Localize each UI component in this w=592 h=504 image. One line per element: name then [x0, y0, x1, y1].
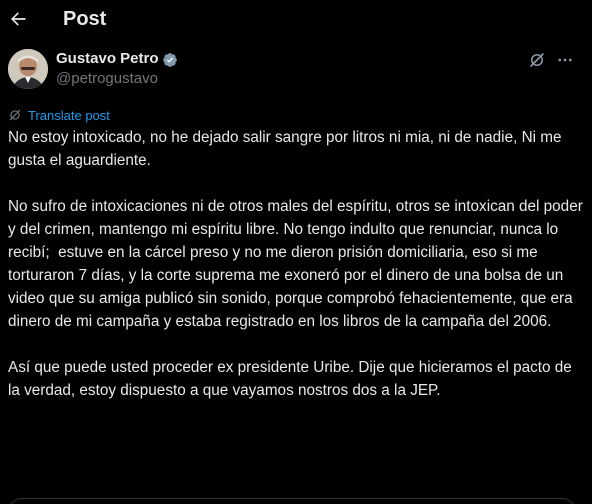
translate-post-link[interactable]: Translate post — [8, 107, 110, 123]
avatar[interactable] — [8, 49, 48, 89]
more-options-icon[interactable] — [555, 50, 575, 70]
arrow-left-icon — [11, 12, 26, 26]
post-paragraph: No estoy intoxicado, no he dejado salir … — [8, 129, 566, 169]
translate-label: Translate post — [28, 107, 110, 123]
translate-icon — [9, 109, 21, 121]
top-bar: Post — [0, 0, 592, 40]
verified-badge-icon — [163, 53, 177, 67]
avatar-image — [8, 49, 48, 89]
embedded-card-edge[interactable] — [8, 498, 576, 504]
author-handle[interactable]: @petrogustavo — [56, 70, 158, 87]
post-paragraph: No sufro de intoxicaciones ni de otros m… — [8, 198, 588, 330]
author-name[interactable]: Gustavo Petro — [56, 50, 159, 67]
post-text: No estoy intoxicado, no he dejado salir … — [8, 126, 584, 402]
post-paragraph: Así que puede usted proceder ex presiden… — [8, 359, 577, 399]
grok-icon[interactable] — [528, 51, 546, 69]
back-button[interactable] — [7, 8, 29, 30]
page-title: Post — [63, 8, 107, 30]
